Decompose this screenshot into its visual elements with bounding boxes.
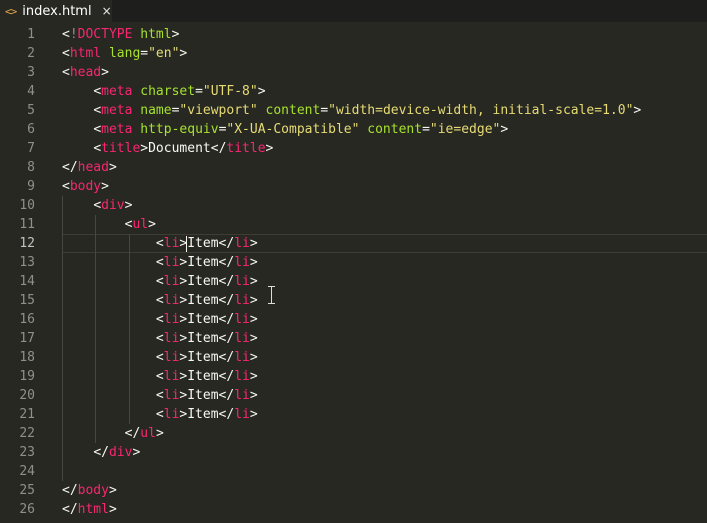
code-line[interactable]: 7 <title>Document</title> (0, 139, 707, 158)
line-code: <li>Item</li> (155, 235, 258, 252)
line-number: 24 (19, 464, 35, 479)
code-line[interactable]: 4 <meta charset="UTF-8"> (0, 82, 707, 101)
indent-guide (128, 234, 130, 424)
line-number: 20 (19, 388, 35, 403)
code-line[interactable]: 26 </html> (0, 500, 707, 519)
code-line[interactable]: 1 <!DOCTYPE html> (0, 25, 707, 44)
code-line[interactable]: 5 <meta name="viewport" content="width=d… (0, 101, 707, 120)
code-line[interactable]: 15 <li>Item</li> (0, 291, 707, 310)
line-code: <title>Document</title> (93, 141, 274, 156)
line-number: 26 (19, 502, 35, 517)
code-line[interactable]: 2 <html lang="en"> (0, 44, 707, 63)
tab-title: index.html (22, 3, 92, 19)
line-number: 10 (19, 198, 35, 213)
code-line[interactable]: 10 <div> (0, 196, 707, 215)
code-line[interactable]: 12 <li>Item</li> (0, 234, 707, 253)
line-code: <body> (62, 179, 109, 194)
line-number: 1 (27, 27, 35, 42)
code-line[interactable]: 8 </head> (0, 158, 707, 177)
line-code: </head> (62, 160, 117, 175)
line-number: 13 (19, 255, 35, 270)
line-number: 4 (27, 84, 35, 99)
line-number: 16 (19, 312, 35, 327)
line-number: 2 (27, 46, 35, 61)
code-line[interactable]: 25 </body> (0, 481, 707, 500)
line-code: <li>Item</li> (155, 350, 258, 365)
line-number: 11 (19, 217, 35, 232)
line-code: <ul> (124, 217, 156, 232)
line-code: <meta http-equiv="X-UA-Compatible" conte… (93, 122, 509, 137)
line-code: <li>Item</li> (155, 407, 258, 422)
line-number: 3 (27, 65, 35, 80)
code-editor[interactable]: 1 <!DOCTYPE html> 2 <html lang="en"> 3 <head>… (0, 25, 707, 523)
code-line[interactable]: 6 <meta http-equiv="X-UA-Compatible" con… (0, 120, 707, 139)
line-code: <div> (93, 198, 133, 213)
line-code: <meta charset="UTF-8"> (93, 84, 266, 99)
tab-bar: <> index.html × (0, 0, 707, 22)
line-code: </ul> (124, 426, 164, 441)
code-file-icon: <> (5, 4, 17, 18)
line-code: </body> (62, 483, 117, 498)
line-code: <li>Item</li> (155, 369, 258, 384)
indent-guide (62, 196, 63, 481)
line-number: 23 (19, 445, 35, 460)
code-line[interactable]: 20 <li>Item</li> (0, 386, 707, 405)
line-code: <li>Item</li> (155, 274, 258, 289)
line-code: <li>Item</li> (155, 312, 258, 327)
tab-index-html[interactable]: <> index.html × (0, 0, 112, 22)
close-icon[interactable]: × (102, 5, 112, 17)
code-line[interactable]: 17 <li>Item</li> (0, 329, 707, 348)
line-number: 22 (19, 426, 35, 441)
line-number: 8 (27, 160, 35, 175)
code-line[interactable]: 16 <li>Item</li> (0, 310, 707, 329)
line-code: <html lang="en"> (62, 46, 188, 61)
line-number: 6 (27, 122, 35, 137)
line-code: <li>Item</li> (155, 331, 258, 346)
line-number: 7 (27, 141, 35, 156)
indent-guide (95, 215, 97, 443)
code-line[interactable]: 13 <li>Item</li> (0, 253, 707, 272)
line-number: 25 (19, 483, 35, 498)
code-line[interactable]: 3 <head> (0, 63, 707, 82)
line-code: </html> (62, 502, 117, 517)
line-code: </div> (93, 445, 141, 460)
code-line[interactable]: 18 <li>Item</li> (0, 348, 707, 367)
text-cursor-icon (267, 286, 276, 304)
line-number: 18 (19, 350, 35, 365)
line-number: 12 (19, 236, 35, 251)
code-line[interactable]: 19 <li>Item</li> (0, 367, 707, 386)
code-line[interactable]: 23 </div> (0, 443, 707, 462)
line-number: 14 (19, 274, 35, 289)
line-code: <head> (62, 65, 109, 80)
line-code: <li>Item</li> (155, 388, 258, 403)
line-number: 19 (19, 369, 35, 384)
code-line[interactable]: 11 <ul> (0, 215, 707, 234)
line-number: 5 (27, 103, 35, 118)
line-number: 17 (19, 331, 35, 346)
code-line[interactable]: 21 <li>Item</li> (0, 405, 707, 424)
line-code: <li>Item</li> (155, 293, 258, 308)
line-code: <!DOCTYPE html> (62, 27, 180, 42)
code-line[interactable]: 14 <li>Item</li> (0, 272, 707, 291)
code-line[interactable]: 9 <body> (0, 177, 707, 196)
line-code: <li>Item</li> (155, 255, 258, 270)
line-number: 9 (27, 179, 35, 194)
line-number: 15 (19, 293, 35, 308)
code-line[interactable]: 22 </ul> (0, 424, 707, 443)
line-number: 21 (19, 407, 35, 422)
line-code: <meta name="viewport" content="width=dev… (93, 103, 642, 118)
code-line[interactable]: 24 (0, 462, 707, 481)
